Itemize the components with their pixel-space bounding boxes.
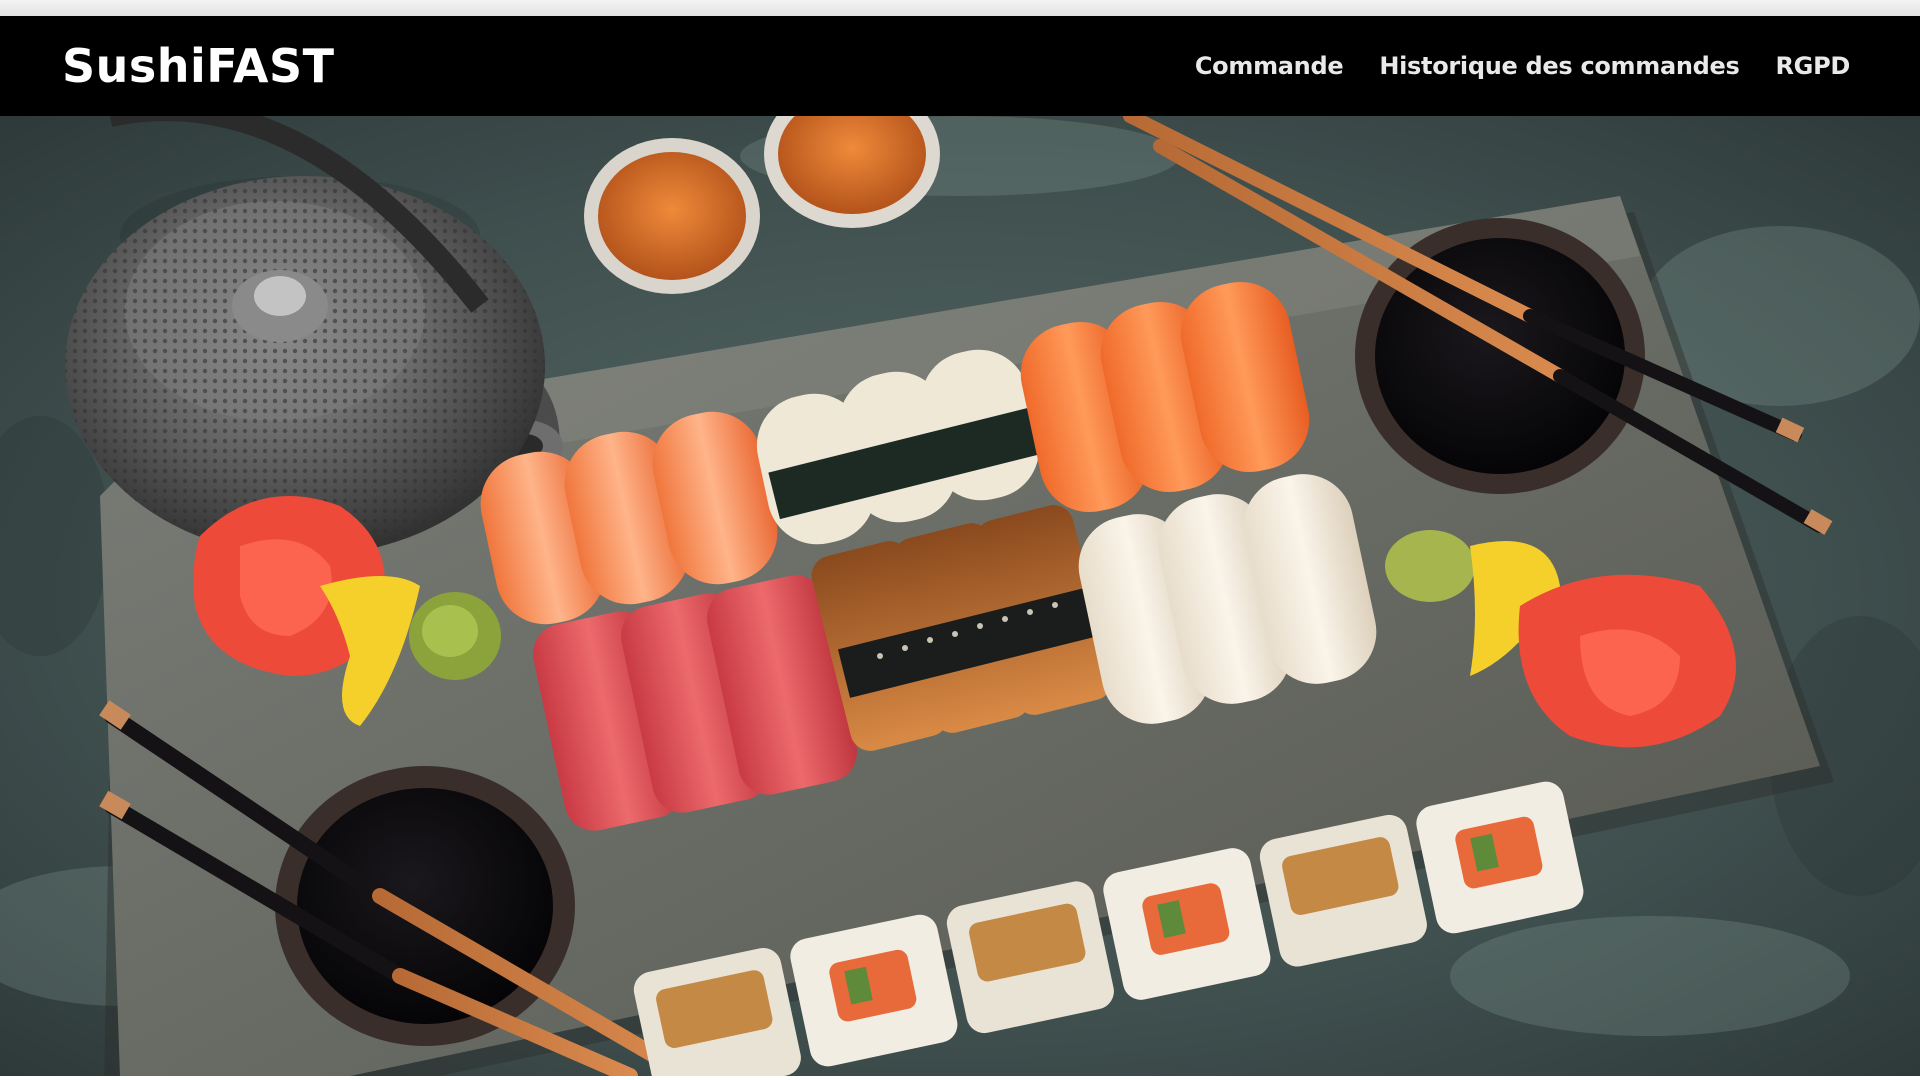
hero-image (0, 116, 1920, 1076)
page-bottom-edge (0, 1076, 1920, 1080)
nav-link-commande[interactable]: Commande (1195, 52, 1344, 80)
soy-bowl-left (275, 766, 575, 1046)
nav-links: Commande Historique des commandes RGPD (1195, 52, 1850, 80)
browser-top-edge (0, 0, 1920, 16)
nav-link-rgpd[interactable]: RGPD (1776, 52, 1851, 80)
soy-bowl-right (1355, 218, 1645, 494)
brand-logo[interactable]: SushiFAST (62, 39, 335, 93)
sushi-platter-illustration (0, 116, 1920, 1076)
nav-link-historique[interactable]: Historique des commandes (1379, 52, 1739, 80)
navbar: SushiFAST Commande Historique des comman… (0, 16, 1920, 116)
